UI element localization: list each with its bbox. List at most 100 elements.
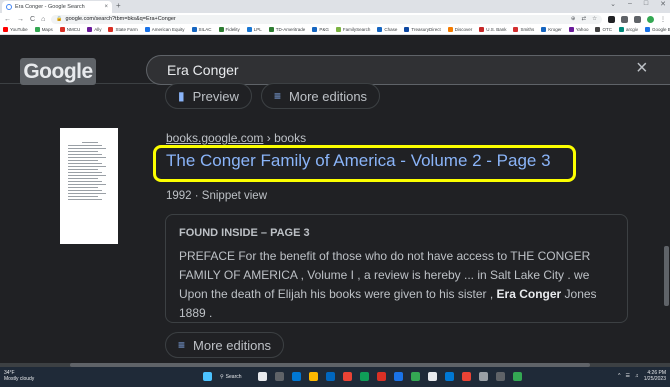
app-icon[interactable]: [461, 372, 471, 381]
bookmark-item[interactable]: Chase: [377, 27, 397, 32]
browser-tab[interactable]: Era Conger - Google Search ×: [2, 1, 112, 13]
share-icon[interactable]: ⇄: [581, 16, 586, 22]
preview-button[interactable]: ▮ Preview: [165, 83, 252, 109]
bookmark-favicon-icon: [144, 27, 150, 32]
page-text-line: [68, 172, 102, 173]
bookmark-item[interactable]: Google Books: [644, 27, 670, 32]
bookmark-item[interactable]: Kroger: [541, 27, 562, 32]
clear-icon[interactable]: ×: [636, 57, 648, 80]
bookmark-label: FamilySearch: [342, 27, 371, 32]
puzzle-icon[interactable]: [621, 15, 628, 23]
app-icon[interactable]: [359, 372, 369, 381]
new-tab-button[interactable]: +: [116, 1, 121, 10]
file-explorer-icon[interactable]: [308, 372, 318, 381]
bookmark-favicon-icon: [59, 27, 65, 32]
chrome-icon[interactable]: [342, 372, 352, 381]
result-cite: books.google.com › books: [166, 131, 306, 145]
bookmark-item[interactable]: American Equity: [144, 27, 185, 32]
result-title-link[interactable]: The Conger Family of America - Volume 2 …: [166, 151, 551, 171]
network-icon[interactable]: ☰: [626, 373, 630, 379]
bookmark-item[interactable]: Discover: [447, 27, 472, 32]
bookmark-label: LPL: [253, 27, 262, 32]
volume-icon[interactable]: ♫: [635, 373, 639, 379]
search-query[interactable]: Era Conger: [167, 62, 239, 78]
sidepanel-icon[interactable]: [634, 15, 641, 23]
bookmark-item[interactable]: Maps: [34, 27, 53, 32]
address-bar[interactable]: 🔒 google.com/search?tbm=bks&q=Era+Conger…: [51, 14, 602, 24]
app-icon[interactable]: [376, 372, 386, 381]
chat-icon[interactable]: [274, 372, 284, 381]
book-icon: ▮: [178, 89, 185, 103]
bookmark-item[interactable]: LPL: [246, 27, 262, 32]
reload-button[interactable]: C: [30, 16, 35, 23]
bookmark-item[interactable]: FamilySearch: [335, 27, 371, 32]
close-window-button[interactable]: ✕: [660, 0, 666, 8]
page-text-line: [68, 160, 98, 161]
taskbar-search[interactable]: ⚲ Search: [220, 374, 242, 380]
bookmark-item[interactable]: Fidelity: [218, 27, 240, 32]
bookmark-item[interactable]: OTC: [595, 27, 612, 32]
app-icon[interactable]: [478, 372, 488, 381]
tray-chevron-icon[interactable]: ^: [618, 373, 620, 379]
home-button[interactable]: ⌂: [41, 16, 45, 23]
app-icon[interactable]: [427, 372, 437, 381]
page-text-line: [68, 181, 102, 182]
minimize-button[interactable]: –: [628, 0, 632, 8]
bookmark-item[interactable]: Smiths: [513, 27, 534, 32]
forward-button[interactable]: →: [17, 16, 24, 23]
more-editions-bottom-button[interactable]: ≡ More editions: [165, 332, 285, 358]
maximize-button[interactable]: □: [644, 0, 648, 8]
bookmark-label: Chase: [384, 27, 398, 32]
zoom-icon[interactable]: ⊕: [571, 16, 576, 22]
bookmark-item[interactable]: P&G: [312, 27, 329, 32]
google-logo[interactable]: Google: [20, 58, 96, 85]
store-icon[interactable]: [325, 372, 335, 381]
clock[interactable]: 4:26 PM 1/25/2023: [644, 370, 666, 382]
bookmark-item[interactable]: TreasuryDirect: [404, 27, 441, 32]
search-input[interactable]: Era Conger: [146, 55, 670, 85]
vertical-scrollbar[interactable]: [664, 86, 669, 354]
app-icon[interactable]: [495, 372, 505, 381]
bookmark-favicon-icon: [108, 27, 114, 32]
more-editions-button[interactable]: ≡ More editions: [261, 83, 381, 109]
bookmark-item[interactable]: Yahoo: [568, 27, 588, 32]
page-text-line: [82, 142, 98, 143]
search-icon: ⚲: [220, 373, 224, 380]
found-inside-label: FOUND INSIDE – PAGE 3: [179, 227, 310, 239]
bookmark-item[interactable]: U.S. Bank: [479, 27, 506, 32]
bookmark-label: SILAC: [198, 27, 212, 32]
more-editions-label: More editions: [289, 88, 368, 104]
weather-widget[interactable]: 34°F Mostly cloudy: [4, 370, 34, 382]
page-text-line: [68, 196, 98, 197]
app-icon[interactable]: [444, 372, 454, 381]
tab-close-icon[interactable]: ×: [104, 4, 108, 10]
edge-icon[interactable]: [291, 372, 301, 381]
bookmark-favicon-icon: [191, 27, 197, 32]
bookmark-favicon-icon: [335, 27, 341, 32]
start-button[interactable]: [203, 372, 212, 381]
bookmark-item[interactable]: Ally: [87, 27, 101, 32]
back-button[interactable]: ←: [4, 16, 11, 23]
bookmark-star-icon[interactable]: ☆: [592, 16, 597, 22]
app-icon[interactable]: [393, 372, 403, 381]
app-icon[interactable]: [410, 372, 420, 381]
bookmark-item[interactable]: SILAC: [191, 27, 212, 32]
profile-avatar[interactable]: [647, 15, 654, 23]
book-cover-thumbnail[interactable]: [60, 128, 118, 244]
bookmark-item[interactable]: TD-Ameritrade: [268, 27, 305, 32]
page-text-line: [68, 148, 106, 149]
bookmark-item[interactable]: arcgiv: [618, 27, 638, 32]
cite-domain[interactable]: books.google.com: [166, 131, 263, 145]
bookmark-item[interactable]: State Farm: [108, 27, 138, 32]
vertical-scroll-thumb[interactable]: [664, 246, 669, 306]
snippet-bold: Era Conger: [496, 287, 562, 301]
extension-icon[interactable]: [608, 15, 615, 23]
bookmark-item[interactable]: NMCU: [59, 27, 80, 32]
app-icon[interactable]: [512, 372, 522, 381]
task-view-icon[interactable]: [257, 372, 267, 381]
lock-icon[interactable]: 🔒: [56, 16, 62, 22]
tab-search-icon[interactable]: ⌄: [610, 0, 616, 8]
bookmark-item[interactable]: YouTube: [3, 27, 28, 32]
url-text[interactable]: google.com/search?tbm=bks&q=Era+Conger: [66, 16, 176, 22]
menu-icon[interactable]: ⋮: [660, 16, 666, 23]
